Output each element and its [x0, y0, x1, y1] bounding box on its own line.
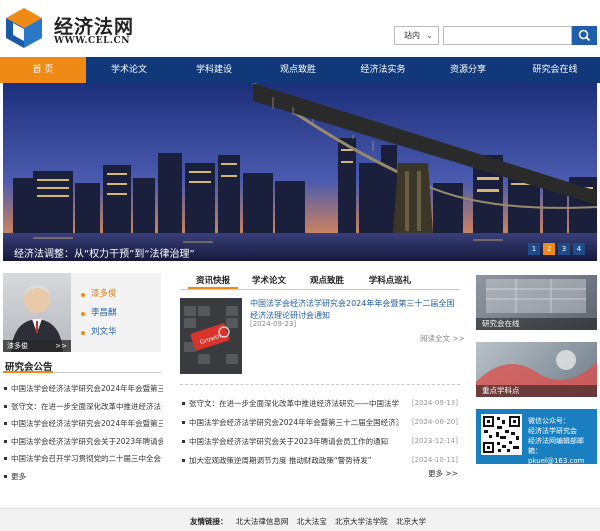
article-title: 加大宏观政策逆周期调节力度 推动财政政策“警势待发” — [189, 456, 372, 465]
footer-link[interactable]: 北大法律信息网 — [236, 517, 289, 526]
site-logo-icon[interactable] — [4, 6, 46, 50]
tab-viewpoints[interactable]: 观点致胜 — [304, 274, 350, 289]
wechat-email[interactable]: pkuel@163.com — [528, 456, 597, 466]
search-input[interactable] — [443, 26, 572, 45]
banner-pager: 1 2 3 4 — [528, 243, 585, 255]
banner-page-3[interactable]: 3 — [558, 243, 570, 255]
wechat-line-1: 微信公众号： — [528, 417, 570, 425]
nav-home[interactable]: 首 页 — [0, 57, 86, 83]
scholar-item[interactable]: 漆多俊 — [81, 285, 117, 304]
article-item[interactable]: 中国法学会经济法学研究会2024年年会暨第三十二届全国经济法理论研讨会征文通知 … — [180, 413, 460, 432]
article-date: [2024-06-20] — [411, 418, 458, 426]
article-list: 张守文：在进一步全面深化改革中推进经济法研究——中国法学会经济法学研究会会长致辞… — [180, 394, 460, 470]
articles-more-link[interactable]: 更多 >> — [428, 468, 458, 479]
footer-link[interactable]: 北京大学法学院 — [335, 517, 388, 526]
featured-image[interactable]: Growth — [180, 298, 242, 374]
article-item[interactable]: 加大宏观政策逆周期调节力度 推动财政政策“警势待发” [2024-10-11] — [180, 451, 460, 470]
nav-online[interactable]: 研究会在线 — [510, 57, 600, 83]
footer-links: 友情链接： 北大法律信息网 北大法宝 北京大学法学院 北京大学 — [0, 508, 600, 531]
notice-item[interactable]: 张守文：在进一步全面深化改革中推进经济法 — [3, 398, 163, 416]
article-date: [2023-12-14] — [411, 437, 458, 445]
brand-url: WWW.CEL.CN — [54, 36, 130, 46]
site-header: 经济法网 WWW.CEL.CN 站内 ⌄ — [0, 0, 600, 57]
footer-link[interactable]: 北京大学 — [396, 517, 426, 526]
notice-list: 中国法学会经济法学研究会2024年年会暨第三 张守文：在进一步全面深化改革中推进… — [3, 380, 163, 485]
featured-article-title[interactable]: 中国法学会经济法学研究会2024年年会暨第三十二届全国经济法理论研讨会通知 — [250, 298, 458, 322]
notices-divider — [3, 371, 161, 373]
nav-resources[interactable]: 资源分享 — [426, 57, 510, 83]
scholar-profile: 漆多俊 >> 漆多俊 李昌麒 刘文华 — [3, 273, 161, 352]
qr-code-icon[interactable] — [481, 414, 522, 455]
keyboard-growth-image: Growth — [180, 298, 242, 374]
hero-banner[interactable]: 经济法调整：从“权力干预”到“法律治理” 1 2 3 4 — [3, 83, 597, 261]
side-online-box[interactable]: 研究会在线 — [476, 275, 597, 330]
tab-papers[interactable]: 学术论文 — [246, 274, 292, 289]
brand-name[interactable]: 经济法网 — [54, 12, 134, 39]
footer-label: 友情链接： — [190, 517, 228, 526]
profile-caption-name: 漆多俊 — [7, 342, 28, 350]
wechat-box: 微信公众号： 经济法学研究会 经济法网编辑部邮箱： pkuel@163.com — [476, 409, 597, 466]
search-scope-select[interactable]: 站内 ⌄ — [394, 26, 439, 45]
news-divider — [180, 384, 460, 385]
online-label: 研究会在线 — [476, 318, 597, 330]
tab-news[interactable]: 资讯快报 — [188, 274, 238, 289]
profile-caption[interactable]: 漆多俊 >> — [3, 340, 71, 352]
news-tabs: 资讯快报 学术论文 观点致胜 学科点巡礼 — [180, 274, 460, 290]
banner-caption[interactable]: 经济法调整：从“权力干预”到“法律治理” — [14, 245, 195, 260]
article-item[interactable]: 张守文：在进一步全面深化改革中推进经济法研究——中国法学会经济法学研究会会长致辞… — [180, 394, 460, 413]
nav-discipline[interactable]: 学科建设 — [172, 57, 256, 83]
banner-page-1[interactable]: 1 — [528, 243, 540, 255]
search-button[interactable] — [572, 26, 597, 45]
scholar-list: 漆多俊 李昌麒 刘文华 — [81, 285, 117, 342]
article-date: [2024-09-13] — [411, 399, 458, 407]
main-nav: 首 页 学术论文 学科建设 观点致胜 经济法实务 资源分享 研究会在线 — [0, 57, 600, 83]
article-title: 张守文：在进一步全面深化改革中推进经济法研究——中国法学会经济法学研究会会长致辞 — [189, 399, 399, 408]
nav-practice[interactable]: 经济法实务 — [340, 57, 426, 83]
featured-article-date: [2024-09-23] — [250, 320, 297, 328]
search-scope-value: 站内 — [404, 31, 420, 40]
nav-viewpoints[interactable]: 观点致胜 — [256, 57, 340, 83]
article-item[interactable]: 中国法学会经济法学研究会关于2023年聘请会员工作的通知 [2023-12-14… — [180, 432, 460, 451]
article-title: 中国法学会经济法学研究会关于2023年聘请会员工作的通知 — [189, 437, 389, 446]
notice-item[interactable]: 中国法学会经济法学研究会2024年年会暨第三 — [3, 415, 163, 433]
banner-page-2[interactable]: 2 — [543, 243, 555, 255]
nav-papers[interactable]: 学术论文 — [86, 57, 172, 83]
wechat-info: 微信公众号： 经济法学研究会 经济法网编辑部邮箱： pkuel@163.com — [528, 416, 597, 466]
wechat-line-3: 经济法网编辑部邮箱： — [528, 437, 584, 455]
chevron-down-icon: ⌄ — [426, 31, 433, 40]
search-icon — [578, 29, 591, 42]
notice-item[interactable]: 中国法学会经济法学研究会关于2023年聘请会员 — [3, 433, 163, 451]
banner-page-4[interactable]: 4 — [573, 243, 585, 255]
scholar-item[interactable]: 李昌麒 — [81, 304, 117, 323]
scholar-photo[interactable]: 漆多俊 >> — [3, 273, 71, 352]
footer-link[interactable]: 北大法宝 — [297, 517, 327, 526]
wechat-line-2: 经济法学研究会 — [528, 427, 577, 435]
notice-item[interactable]: 中国法学会经济法学研究会2024年年会暨第三 — [3, 380, 163, 398]
profile-more-link[interactable]: >> — [55, 340, 67, 352]
banner-image — [3, 83, 597, 261]
scholar-item[interactable]: 刘文华 — [81, 323, 117, 342]
keypoint-label: 重点学科点 — [476, 385, 597, 397]
read-more-link[interactable]: 阅读全文 >> — [420, 333, 465, 344]
side-keypoint-box[interactable]: 重点学科点 — [476, 342, 597, 397]
notices-more-link[interactable]: 更多 — [3, 468, 163, 486]
notice-item[interactable]: 中国法学会召开学习贯彻党的二十届三中全会 — [3, 450, 163, 468]
article-title: 中国法学会经济法学研究会2024年年会暨第三十二届全国经济法理论研讨会征文通知 — [189, 418, 399, 427]
tab-discipline-tour[interactable]: 学科点巡礼 — [362, 274, 418, 289]
